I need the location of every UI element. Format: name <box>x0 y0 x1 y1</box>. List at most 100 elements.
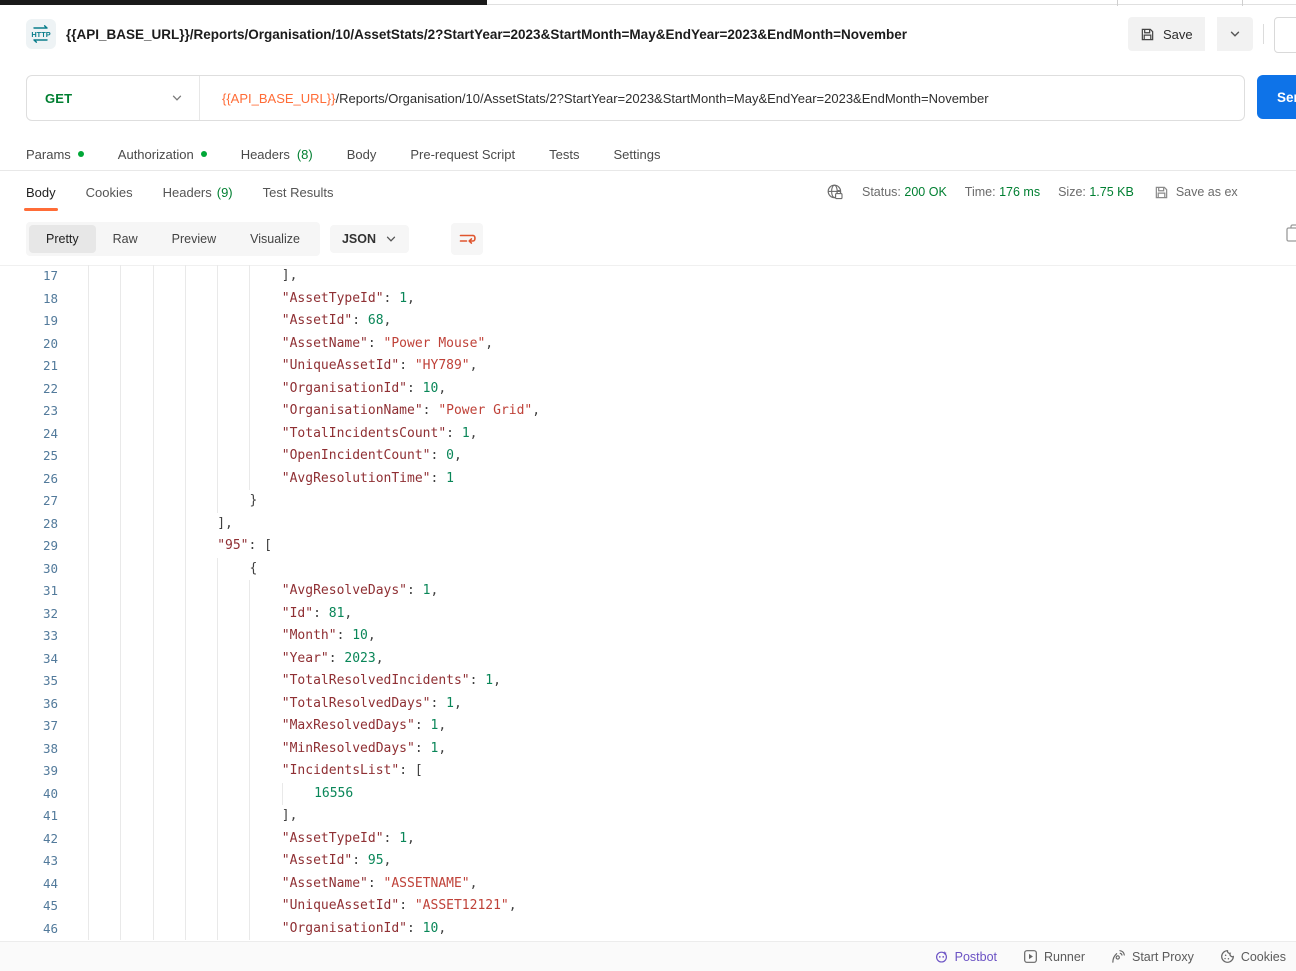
code-line: 20 "AssetName": "Power Mouse", <box>0 333 1296 356</box>
indent-guide <box>217 760 249 783</box>
request-tab-pre-request-script[interactable]: Pre-request Script <box>410 147 515 162</box>
indent-guide <box>249 310 281 333</box>
indent-guide <box>120 310 152 333</box>
indent-guide <box>88 400 120 423</box>
postbot-button[interactable]: Postbot <box>934 949 997 964</box>
indent-guide <box>249 288 281 311</box>
indent-guide <box>153 288 185 311</box>
request-tab-settings[interactable]: Settings <box>613 147 660 162</box>
line-number: 28 <box>0 513 58 536</box>
indent-guide <box>249 805 281 828</box>
size-badge: Size: 1.75 KB <box>1058 185 1134 199</box>
line-number: 25 <box>0 445 58 468</box>
code-line: 31 "AvgResolveDays": 1, <box>0 580 1296 603</box>
http-request-icon: HTTP <box>26 19 56 49</box>
line-number: 41 <box>0 805 58 828</box>
toolbar-divider <box>1263 24 1264 44</box>
indent-guide <box>88 625 120 648</box>
green-dot-indicator <box>201 151 207 157</box>
code-line: 24 "TotalIncidentsCount": 1, <box>0 423 1296 446</box>
copy-icon[interactable] <box>1286 224 1296 242</box>
response-tab-body[interactable]: Body <box>26 172 56 212</box>
indent-guide <box>185 850 217 873</box>
runner-button[interactable]: Runner <box>1023 949 1085 964</box>
indent-guide <box>217 895 249 918</box>
time-badge: Time: 176 ms <box>965 185 1040 199</box>
line-number: 39 <box>0 760 58 783</box>
indent-guide <box>120 423 152 446</box>
url-box: GET {{API_BASE_URL}}/Reports/Organisatio… <box>26 75 1245 121</box>
indent-guide <box>120 558 152 581</box>
code-line: 27 } <box>0 490 1296 513</box>
response-tab-headers[interactable]: Headers(9) <box>163 172 233 212</box>
view-mode-preview[interactable]: Preview <box>155 225 233 253</box>
indent-guide <box>217 805 249 828</box>
request-title-bar: HTTP {{API_BASE_URL}}/Reports/Organisati… <box>0 6 1296 64</box>
indent-guide <box>249 670 281 693</box>
line-number: 32 <box>0 603 58 626</box>
request-tab-headers[interactable]: Headers(8) <box>241 147 313 162</box>
line-number: 17 <box>0 265 58 288</box>
code-line: 45 "UniqueAssetId": "ASSET12121", <box>0 895 1296 918</box>
indent-guide <box>217 738 249 761</box>
indent-guide <box>120 760 152 783</box>
line-number: 37 <box>0 715 58 738</box>
view-mode-pretty[interactable]: Pretty <box>29 225 96 253</box>
code-line: 23 "OrganisationName": "Power Grid", <box>0 400 1296 423</box>
indent-guide <box>249 265 281 288</box>
indent-guide <box>153 625 185 648</box>
request-tab-body[interactable]: Body <box>347 147 377 162</box>
indent-guide <box>153 558 185 581</box>
url-environment-variable: {{API_BASE_URL}} <box>222 91 335 106</box>
send-button[interactable]: Send <box>1257 75 1296 119</box>
response-tab-test-results[interactable]: Test Results <box>263 172 334 212</box>
indent-guide <box>120 378 152 401</box>
indent-guide <box>249 783 281 806</box>
indent-guide <box>185 580 217 603</box>
response-tab-cookies[interactable]: Cookies <box>86 172 133 212</box>
view-mode-visualize[interactable]: Visualize <box>233 225 317 253</box>
save-button[interactable]: Save <box>1128 17 1205 51</box>
code-line: 46 "OrganisationId": 10, <box>0 918 1296 941</box>
indent-guide <box>88 355 120 378</box>
indent-guide <box>185 423 217 446</box>
request-tab-params[interactable]: Params <box>26 147 84 162</box>
indent-guide <box>217 648 249 671</box>
indent-guide <box>249 468 281 491</box>
url-input[interactable]: {{API_BASE_URL}}/Reports/Organisation/10… <box>200 76 1244 120</box>
wrap-lines-icon <box>458 230 476 248</box>
indent-guide <box>88 423 120 446</box>
indent-guide <box>217 288 249 311</box>
indent-guide <box>120 445 152 468</box>
indent-guide <box>217 265 249 288</box>
wrap-lines-button[interactable] <box>451 223 483 255</box>
save-options-button[interactable] <box>1217 17 1253 51</box>
start-proxy-button[interactable]: Start Proxy <box>1111 949 1194 964</box>
indent-guide <box>185 738 217 761</box>
network-globe-lock-icon[interactable] <box>826 183 844 201</box>
save-as-example-button[interactable]: Save as ex <box>1154 185 1238 200</box>
line-number: 20 <box>0 333 58 356</box>
indent-guide <box>185 265 217 288</box>
code-line: 18 "AssetTypeId": 1, <box>0 288 1296 311</box>
indent-guide <box>249 738 281 761</box>
request-tab-tests[interactable]: Tests <box>549 147 579 162</box>
indent-guide <box>153 850 185 873</box>
indent-guide <box>120 715 152 738</box>
view-mode-raw[interactable]: Raw <box>96 225 155 253</box>
indent-guide <box>249 423 281 446</box>
request-tab-authorization[interactable]: Authorization <box>118 147 207 162</box>
svg-text:HTTP: HTTP <box>31 30 50 39</box>
code-line: 26 "AvgResolutionTime": 1 <box>0 468 1296 491</box>
code-line: 39 "IncidentsList": [ <box>0 760 1296 783</box>
cookies-button[interactable]: Cookies <box>1220 949 1286 964</box>
indent-guide <box>153 580 185 603</box>
line-number: 31 <box>0 580 58 603</box>
indent-guide <box>217 625 249 648</box>
indent-guide <box>249 333 281 356</box>
share-button-partial[interactable] <box>1274 17 1296 53</box>
format-selector[interactable]: JSON <box>330 225 409 253</box>
response-body-editor[interactable]: 17 ],18 "AssetTypeId": 1,19 "AssetId": 6… <box>0 265 1296 941</box>
indent-guide <box>88 648 120 671</box>
method-selector[interactable]: GET <box>27 76 200 120</box>
